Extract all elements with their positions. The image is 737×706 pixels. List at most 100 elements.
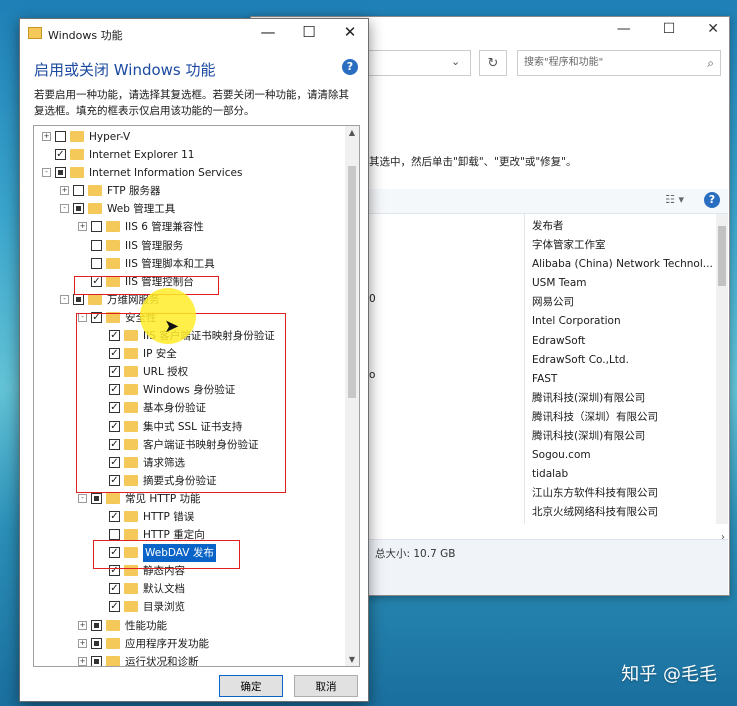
feature-tree-item[interactable]: + 应用程序开发功能 [34,635,345,653]
feature-label[interactable]: 客户端证书映射身份验证 [143,436,259,454]
feature-label[interactable]: WebDAV 发布 [143,544,216,563]
collapse-icon[interactable]: - [60,204,69,214]
feature-tree-item[interactable]: ✓ 请求筛选 [34,454,345,472]
collapse-icon[interactable]: - [60,294,69,304]
feature-checkbox[interactable]: ✓ [109,384,120,396]
feature-checkbox[interactable]: ✓ [109,601,120,613]
feature-label[interactable]: IIS 管理服务 [125,237,183,255]
feature-checkbox[interactable]: ✓ [109,438,120,450]
minimize-icon[interactable]: — [617,21,631,37]
feature-tree-item[interactable]: IIS 管理脚本和工具 [34,255,345,273]
feature-tree-item[interactable]: ✓ HTTP 错误 [34,508,345,526]
feature-label[interactable]: 请求筛选 [143,454,185,472]
feature-checkbox[interactable]: ✓ [109,547,120,559]
feature-checkbox[interactable] [91,257,102,269]
expand-icon[interactable]: + [42,132,51,141]
scroll-up-icon[interactable]: ▲ [345,128,359,137]
feature-tree-item[interactable]: ✓ IP 安全 [34,345,345,363]
feature-checkbox[interactable]: ✓ [91,311,102,323]
feature-tree-item[interactable]: + 运行状况和诊断 [34,653,345,666]
feature-label[interactable]: URL 授权 [143,363,188,381]
feature-tree-item[interactable]: IIS 管理服务 [34,237,345,255]
feature-label[interactable]: 目录浏览 [143,598,185,616]
feature-tree-item[interactable]: - Internet Information Services [34,164,345,182]
feature-tree-item[interactable]: ✓ URL 授权 [34,363,345,381]
feature-label[interactable]: Internet Information Services [89,164,242,182]
feature-tree-item[interactable]: ✓ Internet Explorer 11 [34,146,345,164]
feature-checkbox[interactable]: ✓ [109,583,120,595]
feature-tree-item[interactable]: + IIS 6 管理兼容性 [34,218,345,236]
help-icon[interactable]: ? [342,59,358,75]
feature-checkbox[interactable]: ✓ [109,366,120,378]
feature-label[interactable]: 集中式 SSL 证书支持 [143,418,242,436]
feature-tree-item[interactable]: ✓ 静态内容 [34,562,345,580]
feature-label[interactable]: 性能功能 [125,617,167,635]
feature-checkbox[interactable] [91,655,102,666]
feature-tree-item[interactable]: ✓ 基本身份验证 [34,399,345,417]
close-icon[interactable]: ✕ [707,21,719,37]
expand-icon[interactable]: + [78,656,87,666]
feature-checkbox[interactable]: ✓ [109,474,120,486]
feature-checkbox[interactable] [91,619,102,631]
feature-label[interactable]: IP 安全 [143,345,177,363]
list-scrollbar[interactable] [716,214,728,524]
feature-checkbox[interactable]: ✓ [109,348,120,360]
view-options-icon[interactable]: ☷ ▾ [665,193,684,206]
feature-checkbox[interactable] [55,167,66,179]
feature-tree-item[interactable]: ✓ 默认文档 [34,580,345,598]
collapse-icon[interactable]: - [42,168,51,178]
feature-label[interactable]: Web 管理工具 [107,200,175,218]
expand-icon[interactable]: + [78,620,87,630]
feature-checkbox[interactable]: ✓ [109,510,120,522]
search-input[interactable]: 搜索"程序和功能" ⌕ [517,50,721,76]
scroll-thumb[interactable] [348,166,356,398]
feature-tree-item[interactable]: ✓ 目录浏览 [34,598,345,616]
feature-tree-item[interactable]: ✓ 摘要式身份验证 [34,472,345,490]
feature-label[interactable]: HTTP 错误 [143,508,194,526]
minimize-icon[interactable]: — [254,23,282,41]
expand-icon[interactable]: + [60,186,69,196]
publisher-column-header[interactable]: 发布者 [532,217,713,236]
refresh-button[interactable]: ↻ [479,50,507,76]
feature-tree-item[interactable]: HTTP 重定向 [34,526,345,544]
feature-label[interactable]: HTTP 重定向 [143,526,205,544]
feature-checkbox[interactable] [109,529,120,541]
feature-label[interactable]: IIS 6 管理兼容性 [125,218,204,236]
scroll-down-icon[interactable]: ▼ [345,655,359,664]
feature-label[interactable]: FTP 服务器 [107,182,160,200]
feature-tree-item[interactable]: - 常见 HTTP 功能 [34,490,345,508]
feature-checkbox[interactable] [73,293,84,305]
chevron-down-icon[interactable]: ⌄ [451,55,460,68]
feature-tree-item[interactable]: ✓ 客户端证书映射身份验证 [34,436,345,454]
ok-button[interactable]: 确定 [219,675,283,697]
feature-label[interactable]: 摘要式身份验证 [143,472,217,490]
feature-label[interactable]: IIS 管理脚本和工具 [125,255,215,273]
feature-label[interactable]: 基本身份验证 [143,399,206,417]
feature-label[interactable]: Hyper-V [89,128,130,146]
feature-label[interactable]: 常见 HTTP 功能 [125,490,201,508]
help-icon[interactable]: ? [704,192,720,208]
collapse-icon[interactable]: - [78,493,87,503]
tree-scrollbar[interactable]: ▲ ▼ [345,126,359,666]
feature-tree-item[interactable]: ✓ 集中式 SSL 证书支持 [34,418,345,436]
feature-checkbox[interactable] [91,637,102,649]
feature-label[interactable]: Internet Explorer 11 [89,146,194,164]
maximize-icon[interactable]: ☐ [663,21,676,37]
expand-icon[interactable]: + [78,222,87,232]
feature-checkbox[interactable]: ✓ [109,456,120,468]
feature-tree-item[interactable]: - Web 管理工具 [34,200,345,218]
close-icon[interactable]: ✕ [336,23,364,41]
feature-tree-item[interactable]: ✓ IIS 管理控制台 [34,273,345,291]
collapse-icon[interactable]: - [78,312,87,322]
feature-checkbox[interactable] [73,203,84,215]
feature-checkbox[interactable] [91,221,102,233]
feature-checkbox[interactable]: ✓ [109,402,120,414]
feature-label[interactable]: 运行状况和诊断 [125,653,199,666]
feature-checkbox[interactable]: ✓ [109,330,120,342]
feature-tree-item[interactable]: + Hyper-V [34,128,345,146]
feature-label[interactable]: 默认文档 [143,580,185,598]
feature-label[interactable]: Windows 身份验证 [143,381,235,399]
feature-checkbox[interactable] [73,185,84,197]
feature-checkbox[interactable]: ✓ [109,565,120,577]
scroll-thumb[interactable] [718,226,726,286]
